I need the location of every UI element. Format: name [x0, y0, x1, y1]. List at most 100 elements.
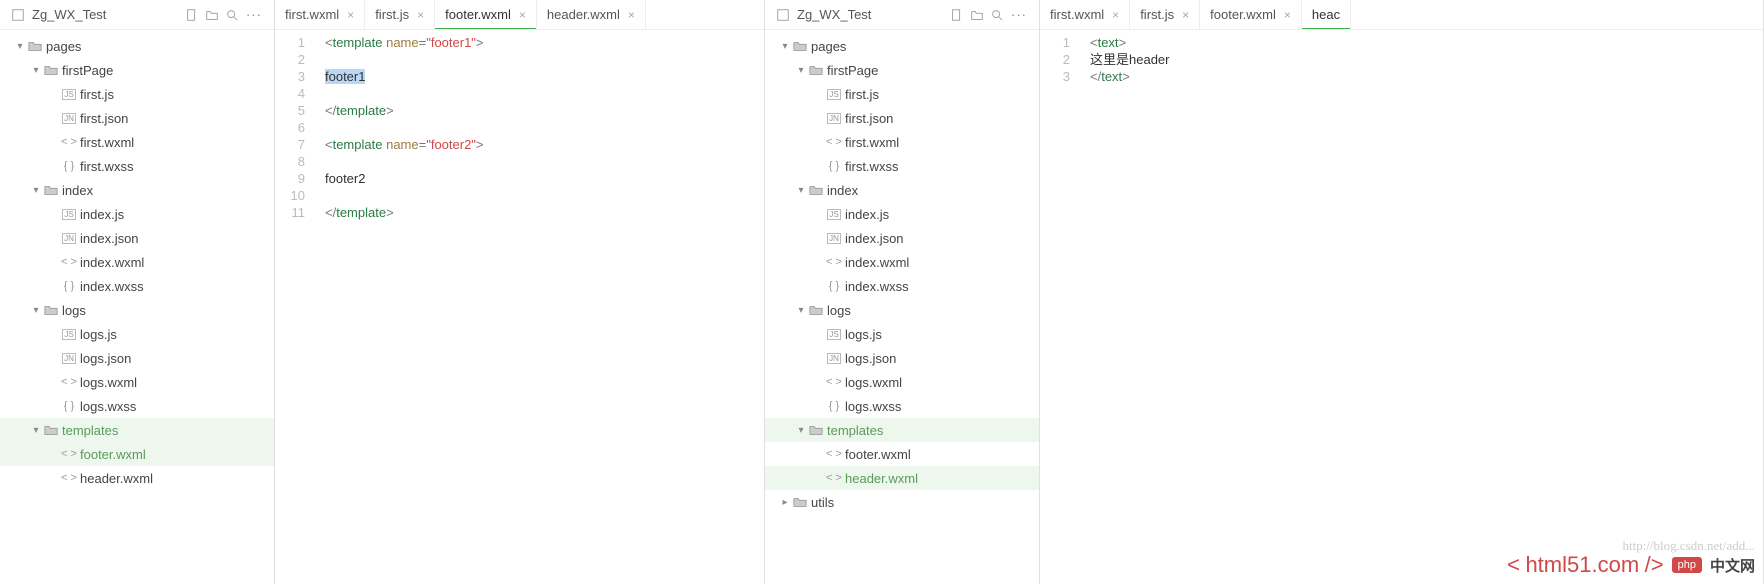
code-area-1[interactable]: <template name="footer1"> footer1 </templa…: [315, 30, 484, 584]
new-folder-icon[interactable]: [969, 7, 985, 23]
tree-item-logs-json[interactable]: JNlogs.json: [0, 346, 274, 370]
tree-item-first-wxss[interactable]: { }first.wxss: [765, 154, 1039, 178]
tab-first-wxml[interactable]: first.wxml×: [1040, 0, 1130, 29]
search-icon[interactable]: [224, 7, 240, 23]
tree-item-logs-json[interactable]: JNlogs.json: [765, 346, 1039, 370]
tree-item-logs-wxss[interactable]: { }logs.wxss: [0, 394, 274, 418]
tree-item-logs-wxml[interactable]: < >logs.wxml: [765, 370, 1039, 394]
code-editor-1[interactable]: 1234567891011 <template name="footer1">f…: [275, 30, 764, 584]
tab-footer-wxml[interactable]: footer.wxml×: [1200, 0, 1302, 29]
tree-item-first-js[interactable]: JSfirst.js: [0, 82, 274, 106]
tree-item-logs-js[interactable]: JSlogs.js: [765, 322, 1039, 346]
code-line[interactable]: </text>: [1090, 68, 1169, 85]
tree-item-index-wxss[interactable]: { }index.wxss: [0, 274, 274, 298]
tree-item-index-wxml[interactable]: < >index.wxml: [0, 250, 274, 274]
tree-item-templates[interactable]: ▾templates: [765, 418, 1039, 442]
close-icon[interactable]: ×: [1182, 8, 1189, 22]
tree-item-index-js[interactable]: JSindex.js: [765, 202, 1039, 226]
tree-item-firstPage[interactable]: ▾firstPage: [765, 58, 1039, 82]
tree-item-index-wxml[interactable]: < >index.wxml: [765, 250, 1039, 274]
tree-item-logs-wxml[interactable]: < >logs.wxml: [0, 370, 274, 394]
tree-item-pages[interactable]: ▾pages: [765, 34, 1039, 58]
tree-item-header-wxml[interactable]: < >header.wxml: [765, 466, 1039, 490]
file-tree-1[interactable]: ▾pages▾firstPageJSfirst.jsJNfirst.json< …: [0, 30, 274, 584]
tree-item-first-wxss[interactable]: { }first.wxss: [0, 154, 274, 178]
tree-item-header-wxml[interactable]: < >header.wxml: [0, 466, 274, 490]
code-line[interactable]: footer2: [325, 170, 484, 187]
close-icon[interactable]: ×: [519, 8, 526, 22]
code-line[interactable]: [325, 85, 484, 102]
twisty-icon[interactable]: ▾: [30, 305, 42, 316]
twisty-icon[interactable]: ▾: [30, 425, 42, 436]
tab-header-wxml[interactable]: header.wxml×: [537, 0, 646, 29]
tree-item-firstPage[interactable]: ▾ firstPage: [0, 58, 274, 82]
twisty-icon[interactable]: ▸: [779, 497, 791, 508]
tab-first-wxml[interactable]: first.wxml×: [275, 0, 365, 29]
close-icon[interactable]: ×: [628, 8, 635, 22]
tab-heac[interactable]: heac: [1302, 0, 1351, 29]
tree-item-index-json[interactable]: JNindex.json: [765, 226, 1039, 250]
code-line[interactable]: <text>: [1090, 34, 1169, 51]
twisty-icon[interactable]: ▾: [14, 41, 26, 52]
code-line[interactable]: <template name="footer1">: [325, 34, 484, 51]
twisty-icon[interactable]: ▾: [30, 65, 42, 76]
tree-item-logs[interactable]: ▾logs: [765, 298, 1039, 322]
tree-item-index[interactable]: ▾index: [765, 178, 1039, 202]
tree-item-first-json[interactable]: JNfirst.json: [0, 106, 274, 130]
code-line[interactable]: [325, 119, 484, 136]
tree-item-utils[interactable]: ▸utils: [765, 490, 1039, 514]
tab-first-js[interactable]: first.js×: [1130, 0, 1200, 29]
folder-icon: [42, 182, 60, 198]
line-number: 10: [275, 187, 305, 204]
twisty-icon[interactable]: ▾: [30, 185, 42, 196]
code-line[interactable]: </template>: [325, 204, 484, 221]
tree-item-logs-wxss[interactable]: { }logs.wxss: [765, 394, 1039, 418]
twisty-icon[interactable]: ▾: [795, 185, 807, 196]
new-folder-icon[interactable]: [204, 7, 220, 23]
tree-item-first-wxml[interactable]: < >first.wxml: [0, 130, 274, 154]
tree-item-logs[interactable]: ▾logs: [0, 298, 274, 322]
tree-label: first.js: [78, 87, 114, 102]
tree-item-first-wxml[interactable]: < >first.wxml: [765, 130, 1039, 154]
code-line[interactable]: 这里是header: [1090, 51, 1169, 68]
tree-item-index-js[interactable]: JSindex.js: [0, 202, 274, 226]
code-line[interactable]: </template>: [325, 102, 484, 119]
explorer-panel-2: Zg_WX_Test ··· ▾pages▾firstPageJSfirst.j…: [765, 0, 1040, 584]
code-line[interactable]: [325, 187, 484, 204]
tree-item-logs-js[interactable]: JSlogs.js: [0, 322, 274, 346]
tree-item-first-js[interactable]: JSfirst.js: [765, 82, 1039, 106]
code-line[interactable]: <template name="footer2">: [325, 136, 484, 153]
twisty-icon[interactable]: ▾: [795, 65, 807, 76]
tree-item-footer-wxml[interactable]: < >footer.wxml: [765, 442, 1039, 466]
code-line[interactable]: [325, 153, 484, 170]
twisty-icon[interactable]: ▾: [795, 425, 807, 436]
tree-label: firstPage: [60, 63, 113, 78]
file-tree-2[interactable]: ▾pages▾firstPageJSfirst.jsJNfirst.json< …: [765, 30, 1039, 584]
tree-item-pages[interactable]: ▾pages: [0, 34, 274, 58]
twisty-icon[interactable]: ▾: [779, 41, 791, 52]
line-number: 9: [275, 170, 305, 187]
tree-item-index-json[interactable]: JNindex.json: [0, 226, 274, 250]
new-file-icon[interactable]: [949, 7, 965, 23]
tab-footer-wxml[interactable]: footer.wxml×: [435, 0, 537, 29]
close-icon[interactable]: ×: [417, 8, 424, 22]
more-icon[interactable]: ···: [242, 7, 266, 22]
code-area-2[interactable]: <text>这里是header</text>: [1080, 30, 1169, 584]
tree-item-first-json[interactable]: JNfirst.json: [765, 106, 1039, 130]
tree-item-index[interactable]: ▾index: [0, 178, 274, 202]
code-line[interactable]: footer1: [325, 68, 484, 85]
close-icon[interactable]: ×: [347, 8, 354, 22]
more-icon[interactable]: ···: [1007, 7, 1031, 22]
close-icon[interactable]: ×: [1112, 8, 1119, 22]
code-editor-2[interactable]: 123 <text>这里是header</text>: [1040, 30, 1763, 584]
search-icon[interactable]: [989, 7, 1005, 23]
tree-item-index-wxss[interactable]: { }index.wxss: [765, 274, 1039, 298]
tree-item-footer-wxml[interactable]: < >footer.wxml: [0, 442, 274, 466]
code-line[interactable]: [325, 51, 484, 68]
close-icon[interactable]: ×: [1284, 8, 1291, 22]
new-file-icon[interactable]: [184, 7, 200, 23]
tree-item-templates[interactable]: ▾templates: [0, 418, 274, 442]
twisty-icon[interactable]: ▾: [795, 305, 807, 316]
project-icon: [775, 7, 791, 23]
tab-first-js[interactable]: first.js×: [365, 0, 435, 29]
